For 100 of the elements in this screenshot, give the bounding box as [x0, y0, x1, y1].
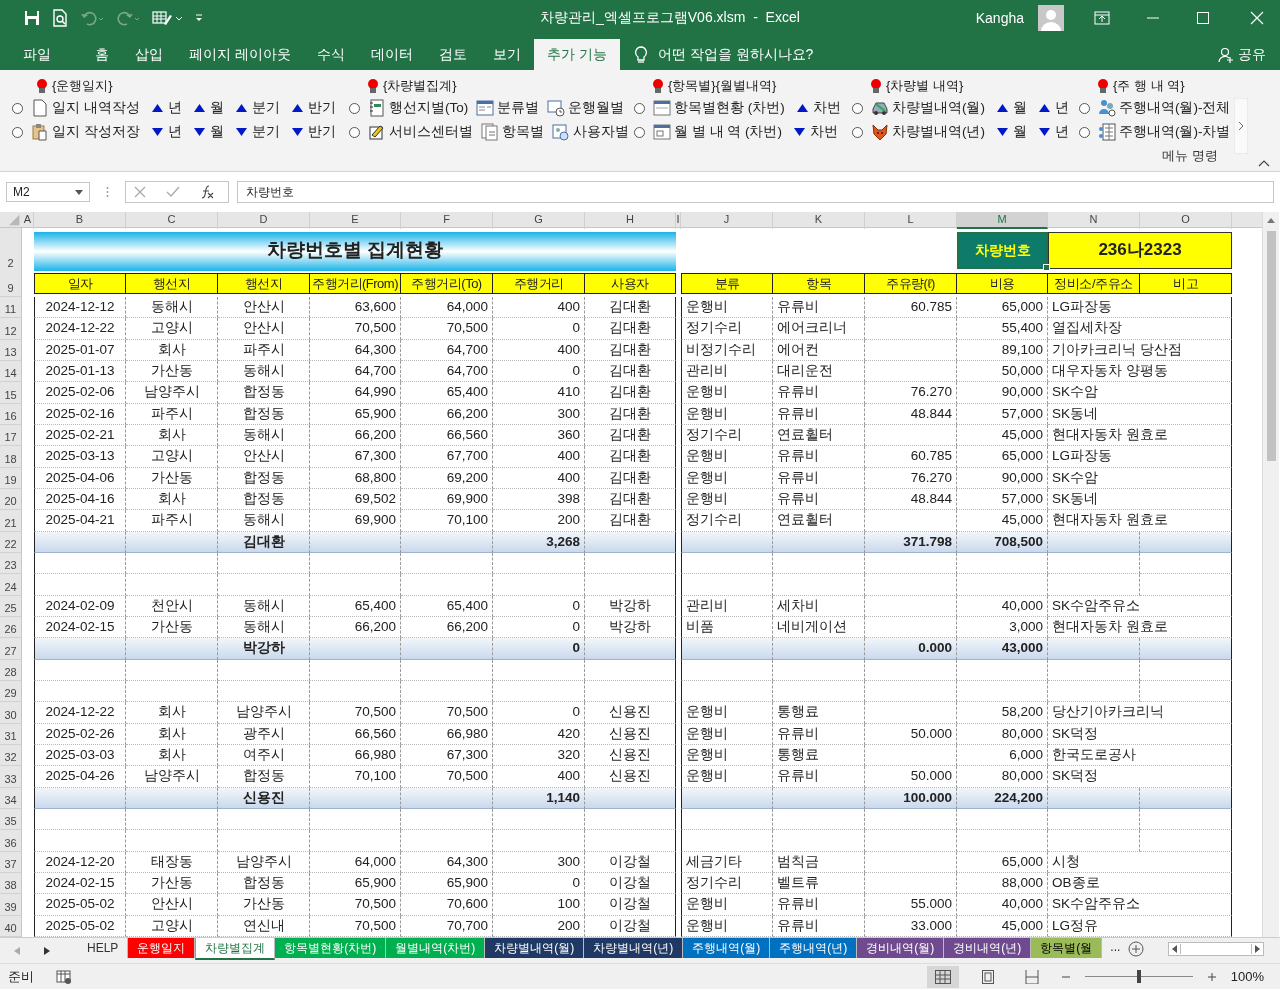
row-number[interactable]: 11: [0, 297, 22, 319]
row-number[interactable]: 17: [0, 424, 22, 447]
row-number[interactable]: 20: [0, 488, 22, 511]
radio-button[interactable]: [634, 126, 645, 138]
sheet-tab[interactable]: 차량별집계: [195, 938, 276, 960]
ribbon-command[interactable]: 사용자별: [552, 123, 629, 141]
row-number[interactable]: 39: [0, 894, 22, 916]
row-number[interactable]: 27: [0, 638, 22, 660]
ribbon-command[interactable]: 일지 작성저장: [31, 123, 140, 141]
row-number[interactable]: 16: [0, 403, 22, 425]
sort-command[interactable]: 월: [193, 123, 224, 141]
row-number[interactable]: 31: [0, 723, 22, 745]
sheet-tab[interactable]: 주행내역(년): [770, 938, 858, 958]
print-preview-icon[interactable]: [52, 9, 68, 27]
column-letter[interactable]: H: [585, 212, 676, 229]
row-number[interactable]: 13: [0, 339, 22, 361]
ribbon-tab[interactable]: 파일: [10, 39, 64, 70]
radio-button[interactable]: [12, 102, 23, 114]
sort-command[interactable]: 차번: [796, 99, 841, 117]
normal-view-button[interactable]: [926, 965, 959, 988]
sort-command[interactable]: 반기: [291, 123, 336, 141]
column-letter[interactable]: K: [773, 212, 865, 229]
row-number[interactable]: 26: [0, 616, 22, 639]
ribbon-command[interactable]: 서비스센터별: [368, 123, 473, 141]
row-number[interactable]: 25: [0, 595, 22, 617]
column-letter[interactable]: B: [34, 212, 126, 229]
next-sheet-icon[interactable]: [44, 947, 50, 955]
drag-handle-icon[interactable]: [106, 186, 109, 198]
row-number[interactable]: 33: [0, 766, 22, 788]
radio-button[interactable]: [1079, 126, 1090, 138]
column-letter[interactable]: O: [1140, 212, 1232, 229]
row-number[interactable]: 24: [0, 574, 22, 596]
sort-command[interactable]: 분기: [235, 123, 280, 141]
sheet-tab[interactable]: 차량별내역(년): [584, 938, 684, 958]
sort-command[interactable]: 월: [997, 99, 1027, 117]
share-button[interactable]: 공유: [1218, 39, 1266, 70]
ribbon-command[interactable]: 분류별: [476, 99, 540, 117]
sort-command[interactable]: 년: [1039, 99, 1069, 117]
add-sheet-icon[interactable]: [1128, 941, 1145, 957]
function-icon[interactable]: [200, 185, 214, 199]
ribbon-command[interactable]: 항목별: [481, 123, 544, 141]
row-number[interactable]: 29: [0, 680, 22, 703]
ribbon-command[interactable]: 차량별내역(월): [871, 99, 985, 117]
sort-command[interactable]: 월: [193, 99, 224, 117]
tell-me-text[interactable]: 어떤 작업을 원하시나요?: [657, 45, 814, 64]
sheet-tab[interactable]: 경비내역(년): [944, 938, 1032, 958]
more-sheets[interactable]: ...: [1110, 940, 1121, 954]
column-letter[interactable]: C: [126, 212, 218, 229]
zoom-level[interactable]: 100%: [1230, 969, 1264, 984]
table-brush-icon[interactable]: [152, 10, 182, 26]
ribbon-command[interactable]: 차량별내역(년): [871, 123, 985, 141]
row-number[interactable]: 28: [0, 659, 22, 681]
sheet-tab[interactable]: 주행내역(월): [683, 938, 771, 958]
column-letter[interactable]: I: [676, 212, 681, 229]
column-letter[interactable]: G: [493, 212, 585, 229]
sheet-tab[interactable]: 경비내역(월): [857, 938, 945, 958]
ribbon-command[interactable]: 항목별현황 (차번): [653, 99, 785, 117]
row-number[interactable]: 19: [0, 467, 22, 489]
column-letter[interactable]: D: [218, 212, 310, 229]
macro-record-icon[interactable]: [56, 969, 72, 984]
horizontal-scrollbar[interactable]: [1168, 942, 1264, 956]
row-number[interactable]: 2: [0, 228, 22, 272]
column-letter[interactable]: M: [957, 212, 1048, 229]
column-letter[interactable]: J: [681, 212, 773, 229]
ribbon-tab[interactable]: 보기: [479, 39, 534, 70]
ribbon-command[interactable]: 운행월별: [547, 99, 625, 117]
radio-button[interactable]: [349, 102, 360, 114]
ribbon-tab[interactable]: 데이터: [357, 39, 426, 70]
row-number[interactable]: 23: [0, 552, 22, 575]
zoom-in-icon[interactable]: [1206, 971, 1217, 982]
row-number[interactable]: 14: [0, 361, 22, 383]
ribbon-command[interactable]: 행선지별(To): [368, 99, 469, 117]
lightbulb-icon[interactable]: [633, 45, 648, 64]
vertical-scrollbar[interactable]: [1262, 212, 1279, 937]
radio-button[interactable]: [634, 102, 645, 114]
scroll-thumb[interactable]: [1266, 231, 1276, 461]
row-number[interactable]: 32: [0, 744, 22, 767]
column-letter[interactable]: F: [401, 212, 493, 229]
formula-field[interactable]: 차량번호: [237, 181, 1274, 203]
sheet-tab[interactable]: 운행일지: [128, 938, 196, 958]
row-number[interactable]: 9: [0, 270, 22, 297]
row-number[interactable]: 22: [0, 531, 22, 553]
sort-command[interactable]: 년: [151, 99, 182, 117]
radio-button[interactable]: [852, 102, 863, 114]
ribbon-command[interactable]: 주행내역(월)-차별: [1098, 123, 1231, 141]
row-number[interactable]: 15: [0, 382, 22, 404]
ribbon-tab[interactable]: 홈: [82, 39, 122, 70]
zoom-slider-thumb[interactable]: [1136, 970, 1141, 983]
row-number[interactable]: 35: [0, 808, 22, 831]
collapse-ribbon-icon[interactable]: [1258, 159, 1270, 167]
row-number[interactable]: 34: [0, 787, 22, 809]
row-number[interactable]: 12: [0, 318, 22, 340]
sort-command[interactable]: 년: [1039, 123, 1069, 141]
row-number[interactable]: 18: [0, 446, 22, 468]
row-number[interactable]: 38: [0, 872, 22, 895]
row-number[interactable]: 30: [0, 702, 22, 724]
sort-command[interactable]: 반기: [291, 99, 336, 117]
close-icon[interactable]: [1250, 11, 1264, 25]
ribbon-display-icon[interactable]: [1094, 11, 1110, 25]
column-letter[interactable]: E: [310, 212, 401, 229]
